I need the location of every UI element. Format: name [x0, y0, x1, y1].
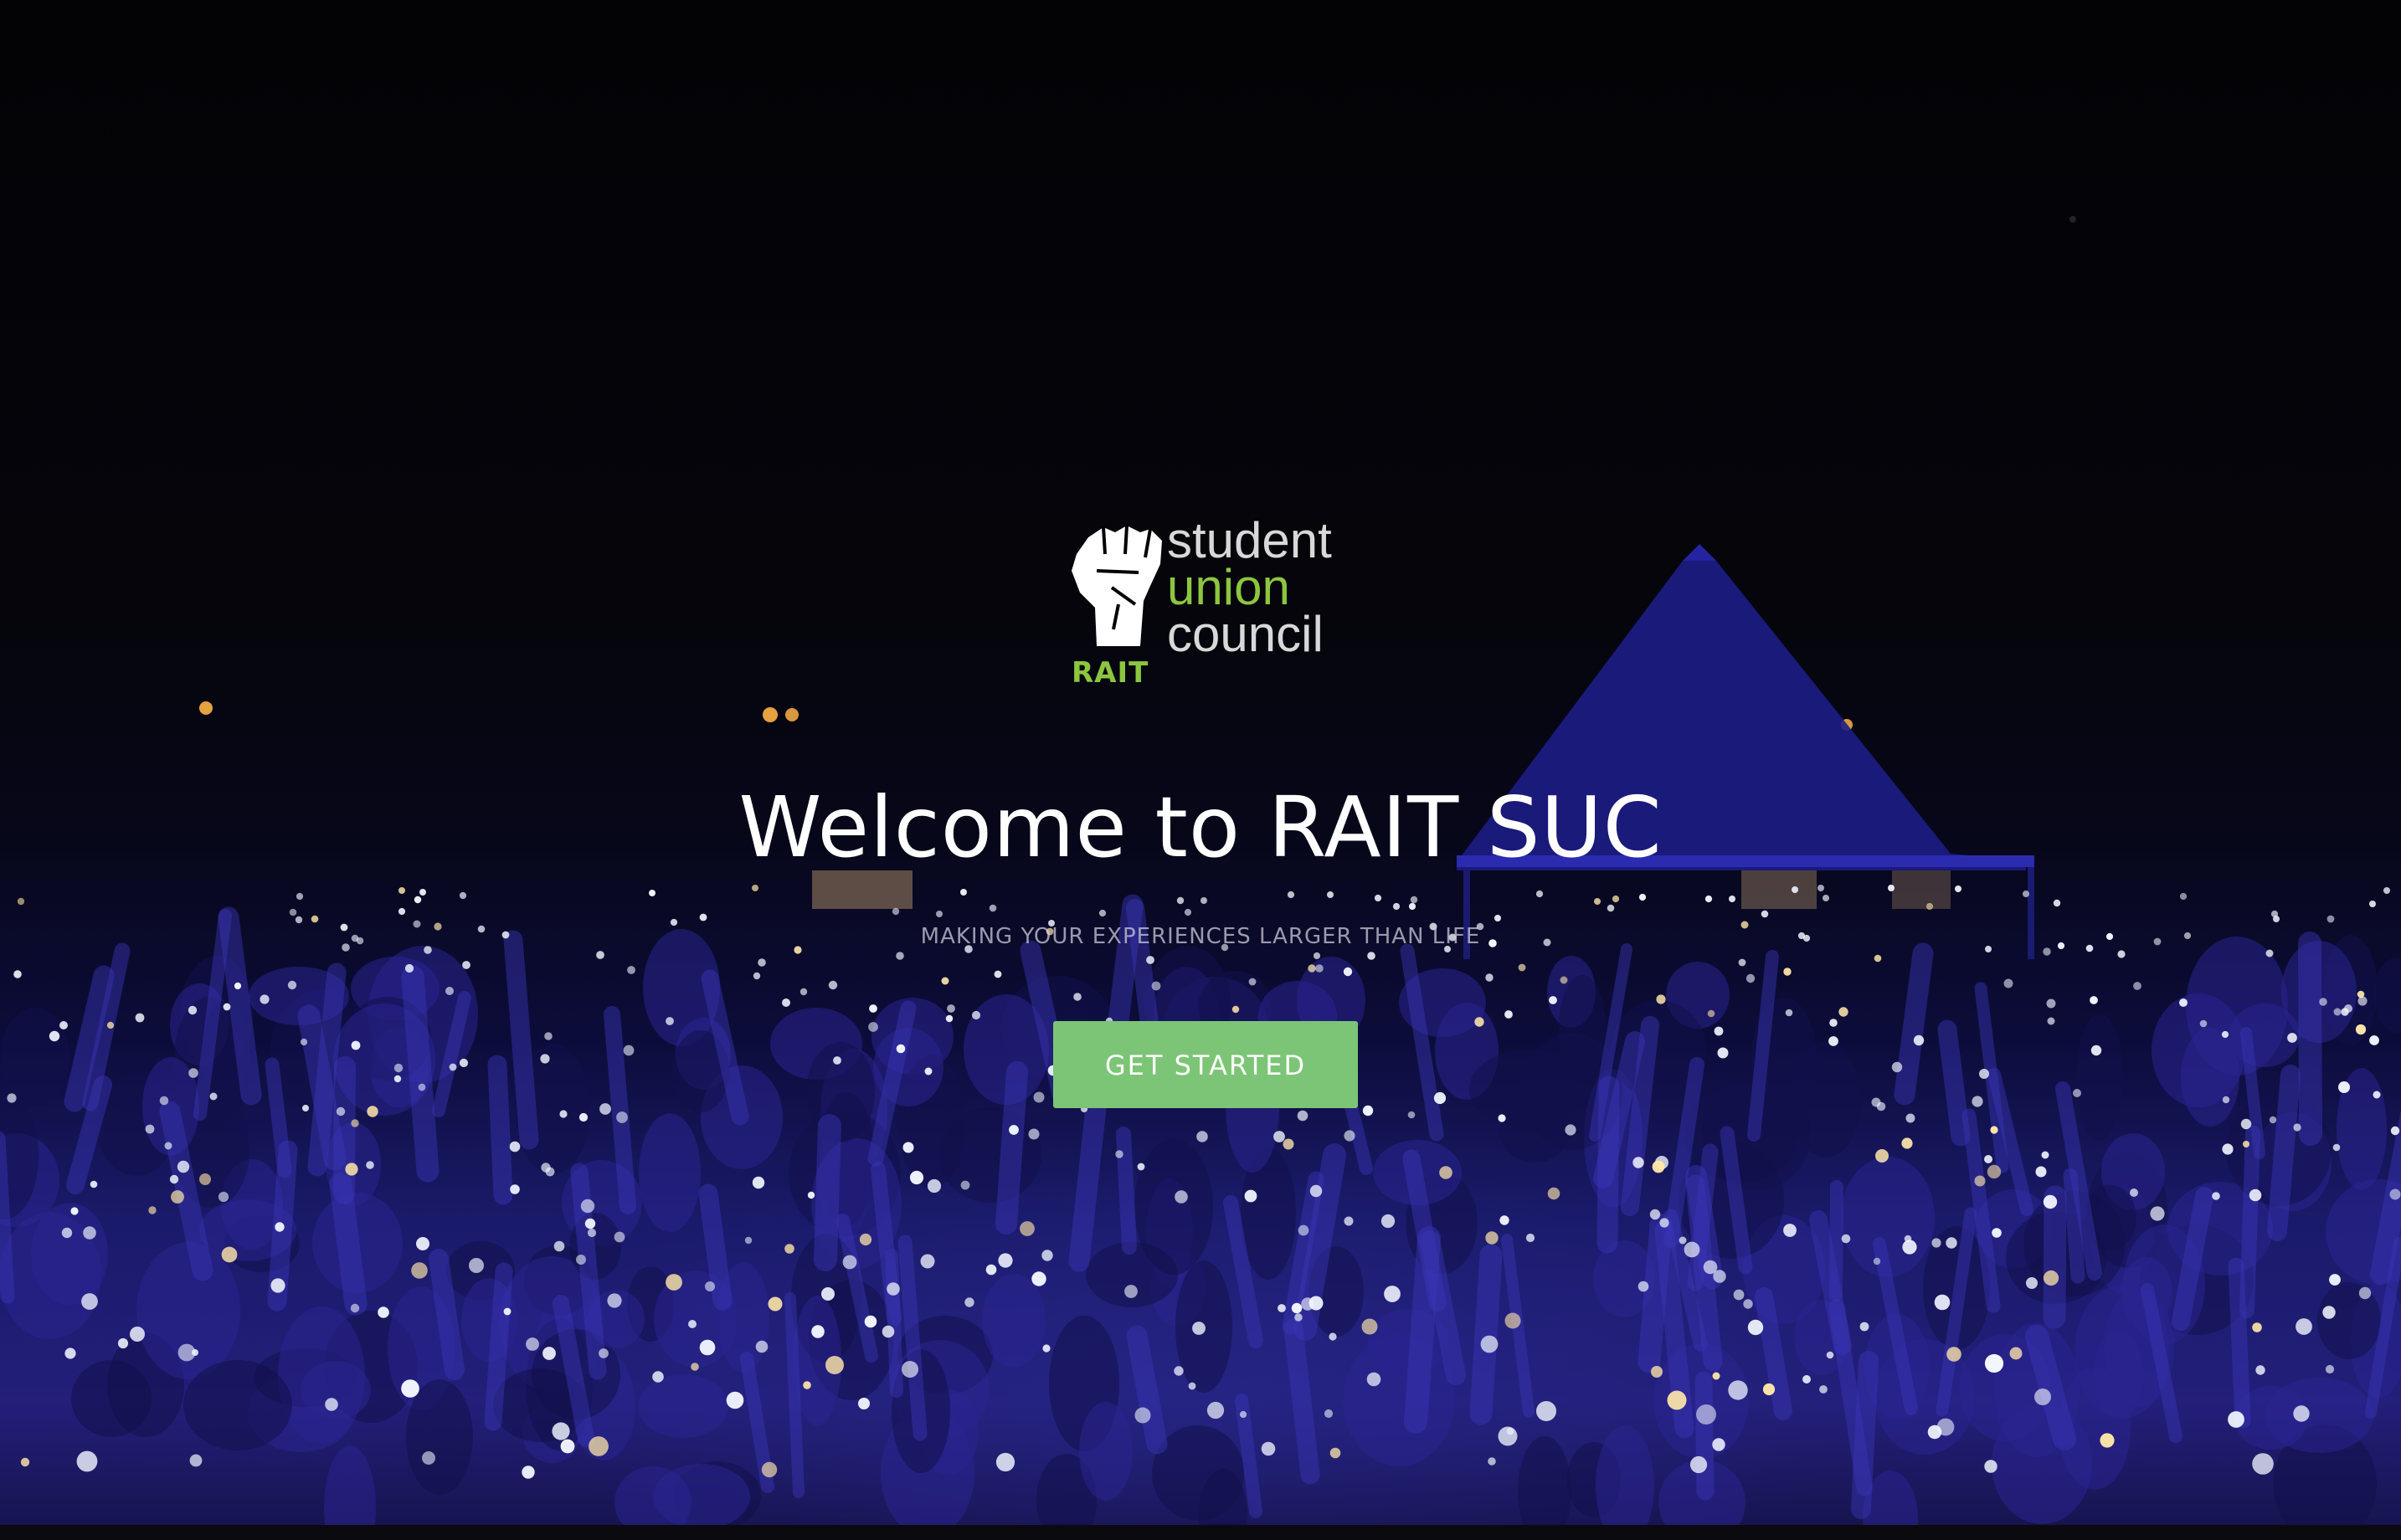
get-started-button[interactable]: GET STARTED — [1053, 1021, 1358, 1108]
raised-fist-icon — [1072, 525, 1162, 646]
logo-text: student union council — [1167, 512, 1332, 662]
logo-word-council: council — [1167, 606, 1324, 662]
hero-title: Welcome to RAIT SUC — [738, 778, 1663, 876]
hero-subtitle: MAKING YOUR EXPERIENCES LARGER THAN LIFE — [920, 924, 1481, 949]
logo-word-union: union — [1167, 559, 1290, 615]
suc-logo[interactable]: RAIT student union council — [1063, 516, 1365, 690]
crowd-phone-lights — [0, 885, 2401, 1525]
rait-wordmark: RAIT — [1072, 656, 1149, 690]
logo-word-student: student — [1167, 512, 1332, 568]
page-bottom-edge — [0, 1525, 2401, 1540]
hero-section: RAIT student union council Welcome to RA… — [0, 0, 2401, 1525]
